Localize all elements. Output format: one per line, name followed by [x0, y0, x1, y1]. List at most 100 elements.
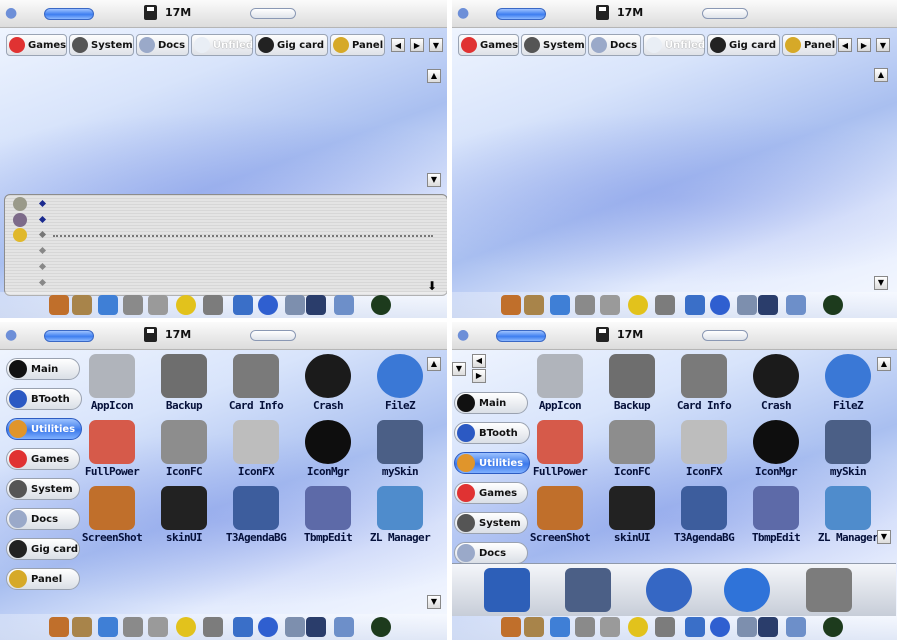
trash-icon[interactable] [655, 617, 675, 637]
scroll-down-button[interactable]: ▼ [877, 530, 891, 544]
bluetooth-icon[interactable] [98, 295, 118, 315]
trash-icon[interactable] [655, 295, 675, 315]
trash-icon[interactable] [806, 568, 852, 612]
satellite-icon[interactable] [334, 295, 354, 315]
tab-unfiled[interactable]: Unfiled [191, 34, 253, 56]
radiation-icon[interactable] [628, 617, 648, 637]
app-t3agendabg[interactable]: T3AgendaBG [220, 486, 292, 548]
lock-icon[interactable] [72, 295, 92, 315]
app-screenshot[interactable]: ScreenShot [76, 486, 148, 548]
app-screenshot[interactable]: ScreenShot [524, 486, 596, 548]
scroll-up-button[interactable]: ▲ [874, 68, 888, 82]
scroll-up-button[interactable]: ▲ [427, 69, 441, 83]
sidebar-item-main[interactable]: Main [454, 392, 528, 414]
app-card-info[interactable]: Card Info [668, 354, 740, 416]
volume-indicator[interactable] [250, 8, 296, 19]
app-zl-manager[interactable]: ZL Manager [364, 486, 436, 548]
app-backup[interactable]: Backup [596, 354, 668, 416]
screenshot-icon[interactable] [49, 617, 69, 637]
network-icon[interactable] [233, 295, 253, 315]
tab-system[interactable]: System [69, 34, 134, 56]
sidebar-item-system[interactable]: System [454, 512, 528, 534]
tab-gig-card[interactable]: Gig card [255, 34, 328, 56]
info-icon[interactable] [724, 568, 770, 612]
calculator-icon[interactable] [600, 295, 620, 315]
sphere-icon[interactable] [371, 295, 391, 315]
bluetooth-icon[interactable] [550, 295, 570, 315]
agenda-book-icon[interactable] [484, 568, 530, 612]
radiation-icon[interactable] [628, 295, 648, 315]
coffee-mug-icon[interactable] [565, 568, 611, 612]
apple-speaker-icon[interactable] [306, 295, 326, 315]
app-iconfx[interactable]: IconFX [668, 420, 740, 482]
sidebar-item-utilities[interactable]: Utilities [454, 452, 530, 474]
app-iconfc[interactable]: IconFC [596, 420, 668, 482]
agenda-row[interactable] [13, 244, 433, 258]
app-filez[interactable]: FileZ [364, 354, 436, 416]
sidebar-item-docs[interactable]: Docs [6, 508, 80, 530]
tools-icon[interactable] [285, 617, 305, 637]
sidebar-item-panel[interactable]: Panel [6, 568, 80, 590]
agenda-row[interactable] [13, 213, 433, 227]
tab-panel[interactable]: Panel [330, 34, 385, 56]
app-fullpower[interactable]: FullPower [524, 420, 596, 482]
app-skinui[interactable]: skinUI [596, 486, 668, 548]
tab-docs[interactable]: Docs [588, 34, 641, 56]
tools-icon[interactable] [737, 295, 757, 315]
sidebar-item-main[interactable]: Main [6, 358, 80, 380]
app-appicon[interactable]: AppIcon [524, 354, 596, 416]
globe-icon[interactable] [258, 617, 278, 637]
apple-speaker-icon[interactable] [758, 617, 778, 637]
tab-unfiled[interactable]: Unfiled [643, 34, 705, 56]
lock-icon[interactable] [524, 617, 544, 637]
scroll-down-button[interactable]: ▼ [427, 595, 441, 609]
app-iconfx[interactable]: IconFX [220, 420, 292, 482]
agenda-row[interactable] [13, 197, 433, 211]
lock-icon[interactable] [524, 295, 544, 315]
tab-gig-card[interactable]: Gig card [707, 34, 780, 56]
camera-icon[interactable] [575, 295, 595, 315]
globe-icon[interactable] [258, 295, 278, 315]
app-skinui[interactable]: skinUI [148, 486, 220, 548]
tools-icon[interactable] [737, 617, 757, 637]
agenda-row[interactable] [13, 276, 433, 290]
volume-indicator[interactable] [250, 330, 296, 341]
sidebar-item-utilities[interactable]: Utilities [6, 418, 82, 440]
volume-indicator[interactable] [702, 8, 748, 19]
calculator-icon[interactable] [148, 617, 168, 637]
app-zl-manager[interactable]: ZL Manager [812, 486, 884, 548]
radiation-icon[interactable] [176, 295, 196, 315]
trash-icon[interactable] [203, 617, 223, 637]
apple-menu-icon[interactable]: ● [5, 327, 19, 343]
sidebar-item-docs[interactable]: Docs [454, 542, 528, 564]
network-icon[interactable] [685, 295, 705, 315]
sidebar-item-btooth[interactable]: BTooth [6, 388, 82, 410]
apple-speaker-icon[interactable] [306, 617, 326, 637]
sphere-icon[interactable] [823, 617, 843, 637]
tab-system[interactable]: System [521, 34, 586, 56]
volume-indicator[interactable] [702, 330, 748, 341]
app-crash[interactable]: Crash [292, 354, 364, 416]
sidebar-up-button[interactable]: ◀ [472, 354, 486, 368]
sidebar-item-btooth[interactable]: BTooth [454, 422, 530, 444]
apple-menu-icon[interactable]: ● [457, 5, 471, 21]
sphere-icon[interactable] [823, 295, 843, 315]
app-backup[interactable]: Backup [148, 354, 220, 416]
app-tbmpedit[interactable]: TbmpEdit [292, 486, 364, 548]
apple-speaker-icon[interactable] [758, 295, 778, 315]
globe-icon[interactable] [710, 295, 730, 315]
tools-icon[interactable] [285, 295, 305, 315]
calculator-icon[interactable] [148, 295, 168, 315]
tab-games[interactable]: Games [6, 34, 67, 56]
sphere-icon[interactable] [371, 617, 391, 637]
app-card-info[interactable]: Card Info [220, 354, 292, 416]
bluetooth-icon[interactable] [98, 617, 118, 637]
apple-menu-icon[interactable]: ● [5, 5, 19, 21]
sidebar-item-gig-card[interactable]: Gig card [6, 538, 80, 560]
sidebar-down-button[interactable]: ▶ [472, 369, 486, 383]
scroll-up-button[interactable]: ▲ [877, 357, 891, 371]
camera-icon[interactable] [123, 617, 143, 637]
tab-docs[interactable]: Docs [136, 34, 189, 56]
sidebar-menu-button[interactable]: ▼ [452, 362, 466, 376]
scroll-up-button[interactable]: ▲ [427, 357, 441, 371]
